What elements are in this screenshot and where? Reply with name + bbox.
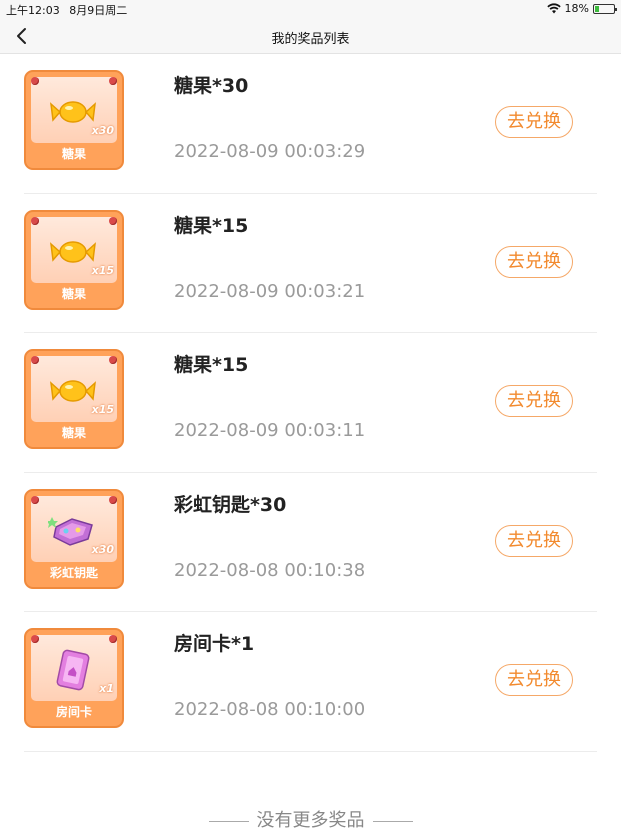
- redeem-button[interactable]: 去兑换: [495, 664, 573, 696]
- room-card-icon: [56, 649, 90, 691]
- prize-row: x15 糖果 糖果*15 2022-08-09 00:03:21 去兑换: [24, 194, 597, 333]
- thumbnail-quantity: x1: [99, 682, 114, 695]
- thumbnail-quantity: x15: [91, 263, 114, 277]
- thumbnail-quantity: x15: [91, 403, 114, 416]
- page-title: 我的奖品列表: [271, 32, 350, 47]
- rainbow-key-icon: [48, 516, 93, 546]
- redeem-button[interactable]: 去兑换: [495, 524, 573, 557]
- prize-time: 2022-08-09 00:03:11: [174, 420, 366, 441]
- thumbnail-label: 糖果: [61, 286, 86, 301]
- divider-right: [372, 820, 413, 822]
- battery-icon: [593, 3, 617, 14]
- divider-left: [208, 820, 249, 822]
- thumbnail-label: 糖果: [61, 426, 86, 440]
- prize-thumbnail: x30 彩虹钥匙: [24, 488, 124, 589]
- thumbnail-label: 彩虹钥匙: [49, 565, 98, 580]
- battery-percent: 18%: [564, 2, 589, 15]
- thumbnail-label: 房间卡: [55, 705, 92, 719]
- footer-text: 没有更多奖品: [256, 810, 365, 828]
- prize-time: 2022-08-08 00:10:38: [174, 559, 366, 581]
- candy-icon: [50, 240, 96, 263]
- prize-name: 糖果*15: [174, 354, 249, 376]
- prize-row: x30 彩虹钥匙 彩虹钥匙*30 2022-08-08 00:10:38 去兑换: [24, 473, 597, 612]
- status-left: 上午12:03 8月9日周二: [6, 2, 133, 18]
- redeem-button[interactable]: 去兑换: [495, 106, 573, 138]
- thumbnail-label: 糖果: [61, 147, 86, 161]
- redeem-button[interactable]: 去兑换: [495, 245, 573, 278]
- prize-name: 糖果*15: [174, 214, 249, 237]
- prize-thumbnail: x15 糖果: [24, 349, 124, 449]
- status-time: 上午12:03: [6, 4, 60, 17]
- thumbnail-quantity: x30: [91, 124, 114, 137]
- status-bar: 上午12:03 8月9日周二 18%: [0, 0, 621, 18]
- prize-name: 糖果*30: [174, 75, 249, 97]
- prize-list: x30 糖果 糖果*30 2022-08-09 00:03:29 去兑换 x15…: [0, 54, 621, 752]
- wifi-icon: [546, 3, 561, 14]
- status-right: 18%: [546, 2, 617, 15]
- prize-name: 彩虹钥匙*30: [174, 493, 287, 516]
- prize-time: 2022-08-09 00:03:21: [174, 280, 366, 302]
- nav-bar: 我的奖品列表: [0, 18, 621, 54]
- prize-row: x1 房间卡 房间卡*1 2022-08-08 00:10:00 去兑换: [24, 612, 597, 752]
- prize-time: 2022-08-08 00:10:00: [174, 699, 366, 720]
- prize-name: 房间卡*1: [174, 633, 255, 655]
- candy-icon: [50, 101, 96, 123]
- prize-thumbnail: x15 糖果: [24, 209, 124, 310]
- prize-thumbnail: x30 糖果: [24, 70, 124, 170]
- status-date: 8月9日周二: [69, 4, 128, 17]
- prize-row: x30 糖果 糖果*30 2022-08-09 00:03:29 去兑换: [24, 54, 597, 194]
- prize-row: x15 糖果 糖果*15 2022-08-09 00:03:11 去兑换: [24, 333, 597, 473]
- prize-time: 2022-08-09 00:03:29: [174, 141, 366, 162]
- prize-thumbnail: x1 房间卡: [24, 628, 124, 728]
- no-more-prizes-note: 没有更多奖品: [0, 806, 621, 828]
- thumbnail-quantity: x30: [91, 542, 114, 556]
- redeem-button[interactable]: 去兑换: [495, 385, 573, 417]
- candy-icon: [50, 380, 96, 402]
